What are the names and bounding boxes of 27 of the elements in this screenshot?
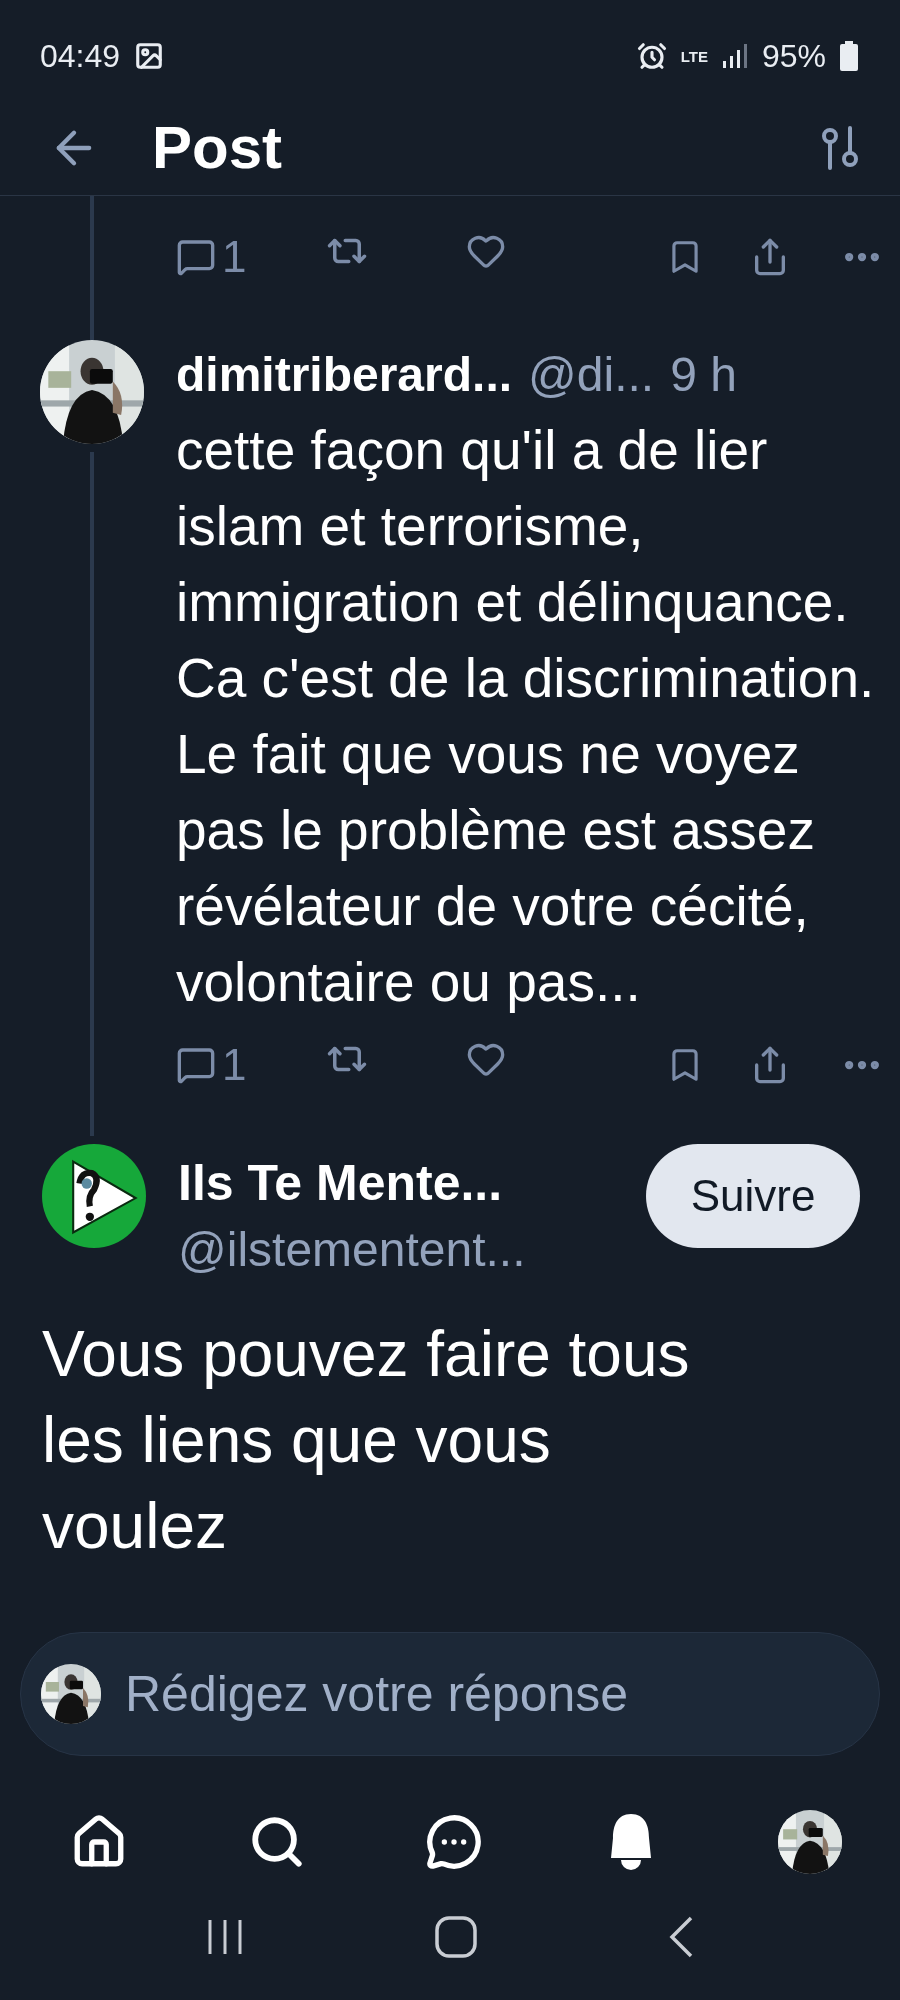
follow-button[interactable]: Suivre [646, 1144, 860, 1248]
logo-icon [42, 1144, 146, 1248]
author-handle: @ilstementent... [178, 1222, 527, 1277]
battery-percent: 95% [761, 37, 826, 75]
alarm-icon [636, 41, 667, 71]
back-icon[interactable] [668, 1916, 695, 1958]
battery-icon [840, 41, 858, 71]
author-name[interactable]: dimitriberard... [176, 346, 513, 402]
reply-icon[interactable] [176, 237, 216, 277]
home-button-icon[interactable] [435, 1916, 477, 1958]
post-text: cette façon qu'il a de lier islam et terrorisme, immigration et délinquance. Ca c'est de la discrimination. Le fait que vous ne voyez pas le problème est assez révélateur de votre cécité, volontaire ou pas... [176, 418, 876, 1015]
reply-field[interactable]: Rédigez votre réponse [123, 1664, 879, 1724]
filter-icon[interactable] [820, 125, 860, 170]
chat-icon[interactable] [425, 1813, 483, 1871]
image-icon [134, 41, 165, 71]
author-name[interactable]: Ils Te Mente... [178, 1144, 646, 1222]
post-time: 9 h [670, 346, 737, 402]
reply-count: 1 [222, 1040, 247, 1090]
reply-icon[interactable] [176, 1045, 216, 1085]
author-handle: @di... [528, 346, 655, 402]
reply-box[interactable]: Rédigez votre réponse [20, 1632, 880, 1756]
network-type: LTE [680, 48, 708, 64]
page-title: Post [152, 113, 283, 182]
signal-icon [721, 43, 748, 69]
post-text: Vous pouvez faire tous les liens que vous voulez [41, 1317, 691, 1564]
reply-count: 1 [222, 232, 247, 282]
status-time: 04:49 [40, 37, 121, 75]
